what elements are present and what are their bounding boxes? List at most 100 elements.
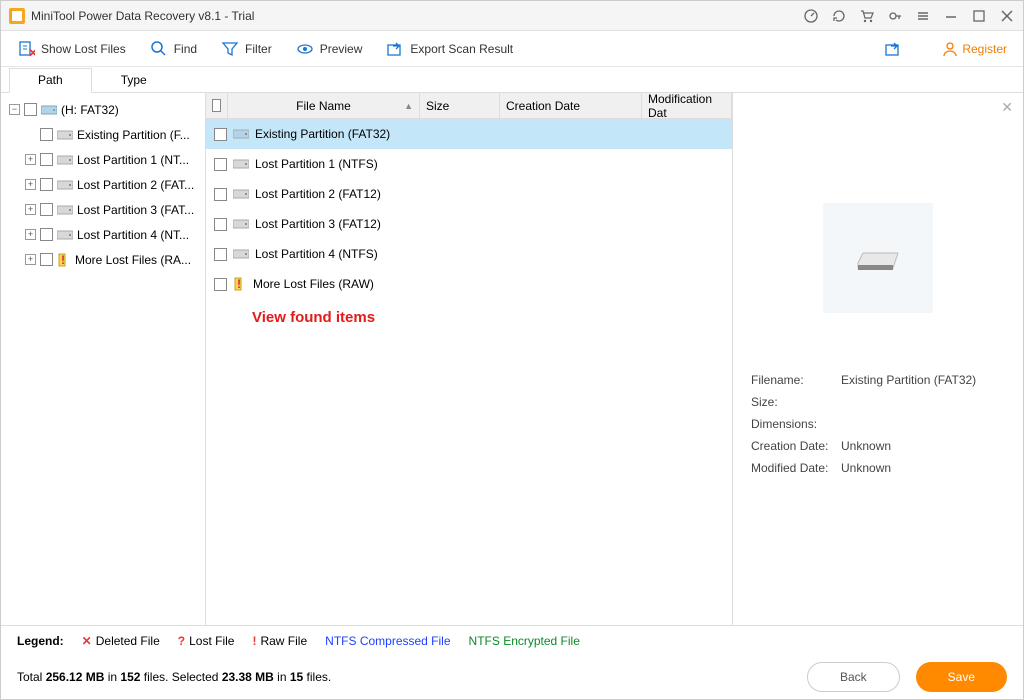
modified-date-label: Modified Date: [751,461,841,475]
share-icon[interactable] [884,40,902,58]
row-name: Lost Partition 2 (FAT12) [255,187,381,201]
tree-item[interactable]: + Lost Partition 3 (FAT... [1,197,205,222]
sort-asc-icon: ▲ [404,101,413,111]
checkbox[interactable] [214,158,227,171]
status-text: Total 256.12 MB in 152 files. Selected 2… [17,670,331,684]
export-icon [386,40,404,58]
back-button[interactable]: Back [807,662,900,692]
checkbox[interactable] [40,153,53,166]
filename-label: Filename: [751,373,841,387]
tree-item[interactable]: +!More Lost Files (RA... [1,247,205,272]
preview-label: Preview [320,42,363,56]
checkbox[interactable] [40,203,53,216]
preview-button[interactable]: Preview [296,40,363,58]
exclaim-icon: ! [252,634,256,648]
svg-text:✕: ✕ [28,46,35,58]
drive-icon [57,229,73,241]
list-row[interactable]: Lost Partition 1 (NTFS) [206,149,732,179]
menu-icon[interactable] [915,8,931,24]
drive-icon [233,128,249,140]
col-size[interactable]: Size [420,93,500,118]
legend-deleted: ✕Deleted File [82,634,160,648]
legend-compressed: NTFS Compressed File [325,634,450,648]
tabs: Path Type [1,67,1023,93]
modified-date-value: Unknown [841,461,1005,475]
refresh-icon[interactable] [831,8,847,24]
expand-icon[interactable]: + [25,254,36,265]
tab-type[interactable]: Type [92,68,176,93]
creation-date-value: Unknown [841,439,1005,453]
dimensions-label: Dimensions: [751,417,841,431]
col-modification-date[interactable]: Modification Dat [642,93,732,118]
expand-icon[interactable]: + [25,204,36,215]
tree-item-label: Lost Partition 4 (NT... [77,228,189,242]
save-button[interactable]: Save [916,662,1007,692]
drive-icon [57,204,73,216]
cart-icon[interactable] [859,8,875,24]
checkbox[interactable] [40,228,53,241]
question-icon: ? [178,634,185,648]
export-button[interactable]: Export Scan Result [386,40,513,58]
close-button[interactable] [999,8,1015,24]
tree-root[interactable]: − (H: FAT32) [1,97,205,122]
minimize-button[interactable] [943,8,959,24]
speed-icon[interactable] [803,8,819,24]
creation-date-label: Creation Date: [751,439,841,453]
legend-encrypted: NTFS Encrypted File [469,634,580,648]
tree-item[interactable]: Existing Partition (F... [1,122,205,147]
checkbox[interactable] [214,128,227,141]
filter-label: Filter [245,42,272,56]
tree-root-label: (H: FAT32) [61,103,119,117]
row-name: Existing Partition (FAT32) [255,127,390,141]
checkbox[interactable] [40,178,53,191]
expand-icon[interactable]: + [25,154,36,165]
list-row[interactable]: Existing Partition (FAT32) [206,119,732,149]
find-button[interactable]: Find [150,40,197,58]
select-all-checkbox[interactable] [212,99,221,112]
list-row[interactable]: Lost Partition 2 (FAT12) [206,179,732,209]
checkbox[interactable] [214,248,227,261]
size-value [841,395,1005,409]
tree-item-label: Lost Partition 1 (NT... [77,153,189,167]
filter-icon [221,40,239,58]
checkbox[interactable] [40,128,53,141]
list-row[interactable]: !More Lost Files (RAW) [206,269,732,299]
row-name: More Lost Files (RAW) [253,277,374,291]
checkbox[interactable] [40,253,53,266]
checkbox[interactable] [214,188,227,201]
list-row[interactable]: Lost Partition 4 (NTFS) [206,239,732,269]
legend-lost: ?Lost File [178,634,235,648]
filename-value: Existing Partition (FAT32) [841,373,1005,387]
checkbox[interactable] [24,103,37,116]
register-button[interactable]: Register [942,41,1007,57]
expand-icon[interactable]: + [25,179,36,190]
expand-icon[interactable]: + [25,229,36,240]
tree-item-label: More Lost Files (RA... [75,253,191,267]
maximize-button[interactable] [971,8,987,24]
list-row[interactable]: Lost Partition 3 (FAT12) [206,209,732,239]
col-filename[interactable]: File Name▲ [228,93,420,118]
legend-title: Legend: [17,634,64,648]
checkbox[interactable] [214,218,227,231]
tree-item[interactable]: +Lost Partition 2 (FAT... [1,172,205,197]
filter-button[interactable]: Filter [221,40,272,58]
close-preview-icon[interactable]: ✕ [1001,99,1013,116]
preview-pane: ✕ Filename:Existing Partition (FAT32) Si… [733,93,1023,625]
col-creation-date[interactable]: Creation Date [500,93,642,118]
legend-raw: !Raw File [252,634,307,648]
checkbox[interactable] [214,278,227,291]
list-header: File Name▲ Size Creation Date Modificati… [206,93,732,119]
window-title: MiniTool Power Data Recovery v8.1 - Tria… [31,9,803,23]
tree-item[interactable]: + Lost Partition 1 (NT... [1,147,205,172]
key-icon[interactable] [887,8,903,24]
drive-icon [57,179,73,191]
tree-item-label: Lost Partition 3 (FAT... [77,203,194,217]
legend-bar: Legend: ✕Deleted File ?Lost File !Raw Fi… [1,625,1023,655]
tree-item[interactable]: + Lost Partition 4 (NT... [1,222,205,247]
drive-icon [57,129,73,141]
drive-icon [233,188,249,200]
tab-path[interactable]: Path [9,68,92,93]
show-lost-files-button[interactable]: ✕ Show Lost Files [17,40,126,58]
preview-thumbnail [823,203,933,313]
collapse-icon[interactable]: − [9,104,20,115]
